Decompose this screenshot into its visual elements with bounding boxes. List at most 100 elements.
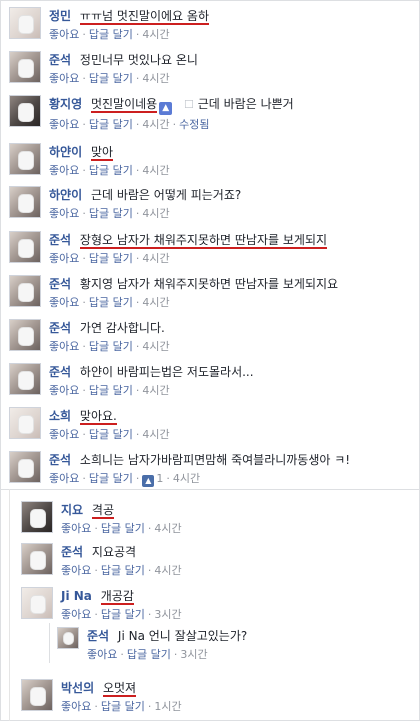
avatar[interactable] (21, 587, 53, 619)
author-name[interactable]: 준석 (49, 53, 71, 67)
author-name[interactable]: 정민 (49, 9, 71, 23)
avatar[interactable] (9, 51, 41, 83)
comment-text: 지요공격 (91, 545, 137, 559)
like-link[interactable]: 좋아요 (49, 296, 79, 309)
reply-link[interactable]: 답글 달기 (89, 340, 133, 353)
comment-text: 정민너무 멋있나요 온니 (79, 53, 198, 67)
thumbs-up-icon: ▲ (142, 475, 155, 487)
avatar[interactable] (9, 407, 41, 439)
comment-text: ㅠㅠ넘 멋진말이에요 옴하 (79, 9, 209, 25)
avatar[interactable] (21, 679, 53, 711)
author-name[interactable]: 소희 (49, 409, 71, 423)
timestamp[interactable]: 4시간 (142, 384, 169, 397)
author-name[interactable]: 준석 (49, 233, 71, 247)
like-link[interactable]: 좋아요 (49, 472, 79, 485)
like-link[interactable]: 좋아요 (61, 522, 91, 535)
reply-link[interactable]: 답글 달기 (101, 564, 145, 577)
timestamp[interactable]: 1시간 (154, 700, 181, 713)
like-link[interactable]: 좋아요 (49, 164, 79, 177)
timestamp[interactable]: 4시간 (142, 340, 169, 353)
author-name[interactable]: 하얀이 (49, 145, 82, 159)
edited-label[interactable]: 수정됨 (179, 118, 209, 131)
avatar[interactable] (9, 143, 41, 175)
author-name[interactable]: 하얀이 (49, 188, 82, 202)
hover-edit-icon[interactable]: ☐ (184, 98, 194, 111)
reply-link[interactable]: 답글 달기 (89, 28, 133, 41)
like-link[interactable]: 좋아요 (49, 28, 79, 41)
author-name[interactable]: 준석 (49, 321, 71, 335)
like-link[interactable]: 좋아요 (61, 608, 91, 621)
avatar[interactable] (57, 627, 79, 649)
reply-link[interactable]: 답글 달기 (89, 252, 133, 265)
like-link[interactable]: 좋아요 (61, 700, 91, 713)
avatar[interactable] (21, 543, 53, 575)
reply-link[interactable]: 답글 달기 (89, 472, 133, 485)
timestamp[interactable]: 3시간 (154, 608, 181, 621)
comment-text-continued: 근데 바람은 나쁜거 (197, 97, 294, 111)
author-name[interactable]: Ji Na (61, 589, 92, 603)
timestamp[interactable]: 4시간 (142, 252, 169, 265)
timestamp[interactable]: 4시간 (173, 472, 200, 485)
avatar[interactable] (9, 95, 41, 127)
reply-link[interactable]: 답글 달기 (89, 72, 133, 85)
like-link[interactable]: 좋아요 (49, 384, 79, 397)
comment-text: 멋진말이네용 (90, 97, 158, 113)
comment-text: 황지영 남자가 채워주지못하면 딴남자를 보게되지요 (79, 277, 339, 291)
timestamp[interactable]: 4시간 (142, 428, 169, 441)
comment-text: 소희니는 남자가바람피면맘해 죽여블라니까동생아 ㅋ! (79, 453, 351, 467)
reply-link[interactable]: 답글 달기 (101, 700, 145, 713)
like-count[interactable]: 1 (156, 472, 163, 485)
author-name[interactable]: 준석 (49, 453, 71, 467)
avatar[interactable] (9, 451, 41, 483)
timestamp[interactable]: 4시간 (154, 564, 181, 577)
timestamp[interactable]: 4시간 (154, 522, 181, 535)
avatar[interactable] (21, 501, 53, 533)
author-name[interactable]: 황지영 (49, 97, 82, 111)
timestamp[interactable]: 4시간 (142, 164, 169, 177)
reply-link[interactable]: 답글 달기 (89, 296, 133, 309)
author-name[interactable]: 준석 (49, 365, 71, 379)
comment-text: 장형오 남자가 채워주지못하면 딴남자를 보게되지 (79, 233, 328, 249)
avatar[interactable] (9, 275, 41, 307)
comment-text: 격공 (91, 503, 115, 519)
like-link[interactable]: 좋아요 (49, 252, 79, 265)
avatar[interactable] (9, 231, 41, 263)
comment-text: Ji Na 언니 잘살고있는가? (117, 629, 248, 643)
author-name[interactable]: 준석 (87, 629, 109, 643)
reply-link[interactable]: 답글 달기 (89, 207, 133, 220)
like-link[interactable]: 좋아요 (61, 564, 91, 577)
like-link[interactable]: 좋아요 (49, 207, 79, 220)
timestamp[interactable]: 3시간 (180, 648, 207, 661)
author-name[interactable]: 준석 (61, 545, 83, 559)
reply-link[interactable]: 답글 달기 (89, 384, 133, 397)
timestamp[interactable]: 4시간 (142, 28, 169, 41)
reply-link[interactable]: 답글 달기 (89, 164, 133, 177)
avatar[interactable] (9, 7, 41, 39)
comment-text: 가연 감사합니다. (79, 321, 165, 335)
timestamp[interactable]: 4시간 (142, 296, 169, 309)
comment-thread: 정민 ㅠㅠ넘 멋진말이에요 옴하 좋아요 · 답글 달기 · 4시간 준석 정민너무 멋… (0, 0, 420, 721)
comment-text: 맞아 (90, 145, 114, 161)
avatar[interactable] (9, 186, 41, 218)
comment-text: 근데 바람은 어떻게 피는거죠? (90, 188, 242, 202)
avatar[interactable] (9, 319, 41, 351)
reply-link[interactable]: 답글 달기 (89, 428, 133, 441)
like-link[interactable]: 좋아요 (49, 428, 79, 441)
timestamp[interactable]: 4시간 (142, 207, 169, 220)
reply-link[interactable]: 답글 달기 (127, 648, 171, 661)
like-link[interactable]: 좋아요 (49, 72, 79, 85)
timestamp[interactable]: 4시간 (142, 72, 169, 85)
author-name[interactable]: 박선의 (61, 681, 94, 695)
like-link[interactable]: 좋아요 (49, 118, 79, 131)
reply-link[interactable]: 답글 달기 (101, 608, 145, 621)
like-link[interactable]: 좋아요 (49, 340, 79, 353)
reply-link[interactable]: 답글 달기 (89, 118, 133, 131)
like-link[interactable]: 좋아요 (87, 648, 117, 661)
avatar[interactable] (9, 363, 41, 395)
author-name[interactable]: 지요 (61, 503, 83, 517)
comment-text: 개공감 (100, 589, 134, 605)
reply-link[interactable]: 답글 달기 (101, 522, 145, 535)
comment-text: 하얀이 바람피는법은 저도몰라서... (79, 365, 254, 379)
author-name[interactable]: 준석 (49, 277, 71, 291)
timestamp[interactable]: 4시간 (142, 118, 169, 131)
